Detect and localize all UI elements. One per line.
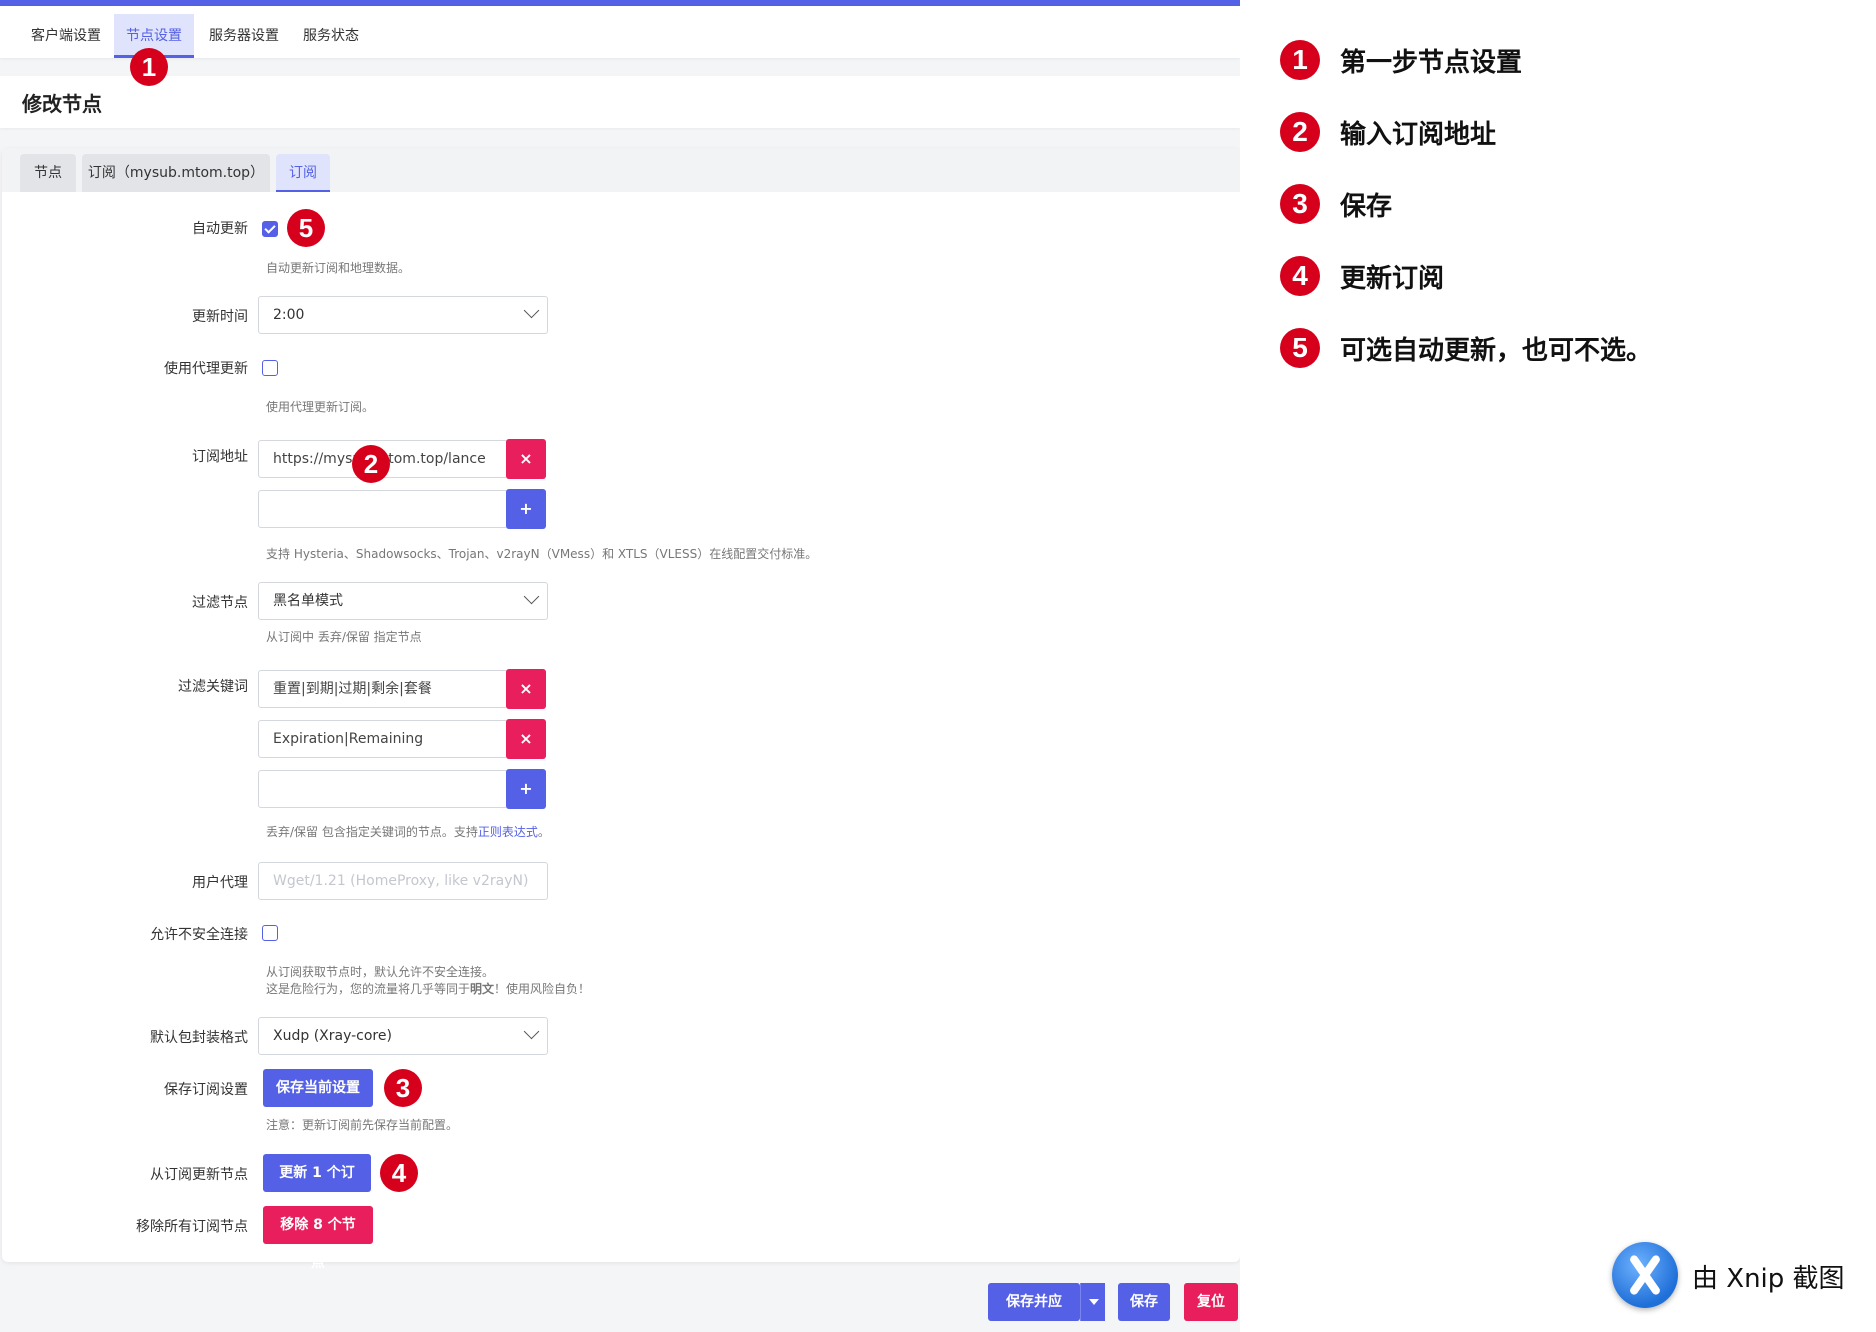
sub-url-input-2[interactable] <box>258 490 508 528</box>
update-time-value: 2:00 <box>273 307 305 323</box>
remove-keyword-1-button[interactable]: × <box>506 669 546 709</box>
save-button[interactable]: 保存 <box>1118 1283 1170 1321</box>
legend-number: 2 <box>1280 112 1320 152</box>
filter-mode-desc: 从订阅中 丢弃/保留 指定节点 <box>266 630 422 644</box>
packet-encoding-select[interactable]: Xudp (Xray-core) <box>258 1017 548 1055</box>
sub-url-label: 订阅地址 <box>192 449 248 465</box>
chevron-down-icon <box>523 588 540 605</box>
remove-nodes-label: 移除所有订阅节点 <box>136 1219 248 1235</box>
update-sub-label: 从订阅更新节点 <box>150 1167 248 1183</box>
add-keyword-button[interactable]: + <box>506 769 546 809</box>
packet-encoding-value: Xudp (Xray-core) <box>273 1028 392 1044</box>
chevron-down-icon <box>523 302 540 319</box>
filter-keywords-desc-end: 。 <box>537 825 550 839</box>
save-current-settings-button[interactable]: 保存当前设置 <box>263 1069 373 1107</box>
proxy-update-desc: 使用代理更新订阅。 <box>266 400 375 414</box>
allow-insecure-warning: 这是危险行为，您的流量将几乎等同于 <box>266 982 471 996</box>
subtab-node[interactable]: 节点 <box>20 154 76 192</box>
allow-insecure-warning-end: ！使用风险自负！ <box>494 982 591 996</box>
filter-keywords-desc: 丢弃/保留 包含指定关键词的节点。支持正则表达式。 <box>266 823 550 840</box>
reset-button[interactable]: 复位 <box>1184 1283 1238 1321</box>
packet-encoding-label: 默认包封装格式 <box>150 1030 248 1046</box>
callout-2: 2 <box>352 445 390 483</box>
chevron-down-icon <box>523 1023 540 1040</box>
regex-link[interactable]: 正则表达式 <box>478 825 538 839</box>
callout-1: 1 <box>130 48 168 86</box>
legend-text: 保存 <box>1340 192 1393 222</box>
save-sub-label: 保存订阅设置 <box>164 1082 248 1098</box>
update-time-label: 更新时间 <box>192 309 248 325</box>
update-time-select[interactable]: 2:00 <box>258 296 548 334</box>
plaintext-emphasis: 明文 <box>470 982 495 996</box>
tab-service-status[interactable]: 服务状态 <box>292 14 370 58</box>
luci-app: 客户端设置 节点设置 服务器设置 服务状态 修改节点 节点 订阅（mysub.m… <box>0 0 1240 1332</box>
filter-keywords-label: 过滤关键词 <box>178 679 248 695</box>
legend-text: 更新订阅 <box>1340 264 1445 294</box>
legend-text: 第一步节点设置 <box>1340 48 1523 78</box>
legend-number: 1 <box>1280 40 1320 80</box>
legend-number: 3 <box>1280 184 1320 224</box>
title-bar: 修改节点 <box>0 76 1240 128</box>
proxy-update-checkbox[interactable] <box>262 360 278 376</box>
filter-keywords-desc-text: 丢弃/保留 包含指定关键词的节点。支持 <box>266 825 478 839</box>
allow-insecure-label: 允许不安全连接 <box>150 927 248 943</box>
legend-panel: 1 第一步节点设置 2 输入订阅地址 3 保存 4 更新订阅 5 可选自动更新，… <box>1240 0 1876 1332</box>
tab-client-settings[interactable]: 客户端设置 <box>18 14 114 58</box>
sub-url-desc: 支持 Hysteria、Shadowsocks、Trojan、v2rayN（VM… <box>266 547 818 561</box>
legend-text: 可选自动更新，也可不选。 <box>1340 336 1653 366</box>
save-apply-dropdown-icon[interactable] <box>1080 1283 1105 1321</box>
allow-insecure-checkbox[interactable] <box>262 925 278 941</box>
tab-server-settings[interactable]: 服务器设置 <box>200 14 288 58</box>
xnip-logo-icon <box>1612 1242 1678 1308</box>
filter-mode-select[interactable]: 黑名单模式 <box>258 582 548 620</box>
allow-insecure-desc-2: 这是危险行为，您的流量将几乎等同于明文！使用风险自负！ <box>266 980 590 997</box>
callout-4: 4 <box>380 1154 418 1192</box>
filter-keyword-input-1[interactable]: 重置|到期|过期|剩余|套餐 <box>258 670 508 708</box>
filter-mode-label: 过滤节点 <box>192 595 248 611</box>
filter-keyword-input-3[interactable] <box>258 770 508 808</box>
proxy-update-label: 使用代理更新 <box>164 361 248 377</box>
allow-insecure-desc-1: 从订阅获取节点时，默认允许不安全连接。 <box>266 965 495 979</box>
watermark-text: 由 Xnip 截图 <box>1692 1264 1845 1294</box>
auto-update-label: 自动更新 <box>192 221 248 237</box>
subtabs: 节点 订阅（mysub.mtom.top） 订阅 <box>2 148 1240 192</box>
auto-update-desc: 自动更新订阅和地理数据。 <box>266 261 411 275</box>
legend-number: 5 <box>1280 328 1320 368</box>
remove-sub-url-button[interactable]: × <box>506 439 546 479</box>
callout-3: 3 <box>384 1069 422 1107</box>
user-agent-input[interactable]: Wget/1.21 (HomeProxy, like v2rayN) <box>258 862 548 900</box>
legend-text: 输入订阅地址 <box>1340 120 1497 150</box>
remove-keyword-2-button[interactable]: × <box>506 719 546 759</box>
page-title: 修改节点 <box>22 92 102 116</box>
legend-number: 4 <box>1280 256 1320 296</box>
filter-mode-value: 黑名单模式 <box>273 593 343 609</box>
save-apply-button[interactable]: 保存并应用 <box>988 1283 1080 1321</box>
user-agent-label: 用户代理 <box>192 875 248 891</box>
save-sub-desc: 注意：更新订阅前先保存当前配置。 <box>266 1118 459 1132</box>
top-nav: 客户端设置 节点设置 服务器设置 服务状态 <box>0 6 1240 58</box>
subtab-subscription[interactable]: 订阅 <box>276 154 330 192</box>
add-sub-url-button[interactable]: + <box>506 489 546 529</box>
auto-update-checkbox[interactable] <box>262 221 278 237</box>
subtab-subscription-mysub[interactable]: 订阅（mysub.mtom.top） <box>82 154 270 192</box>
callout-5: 5 <box>287 209 325 247</box>
remove-nodes-button[interactable]: 移除 8 个节点 <box>263 1206 373 1271</box>
filter-keyword-input-2[interactable]: Expiration|Remaining <box>258 720 508 758</box>
update-subscription-button[interactable]: 更新 1 个订阅 <box>263 1154 371 1219</box>
